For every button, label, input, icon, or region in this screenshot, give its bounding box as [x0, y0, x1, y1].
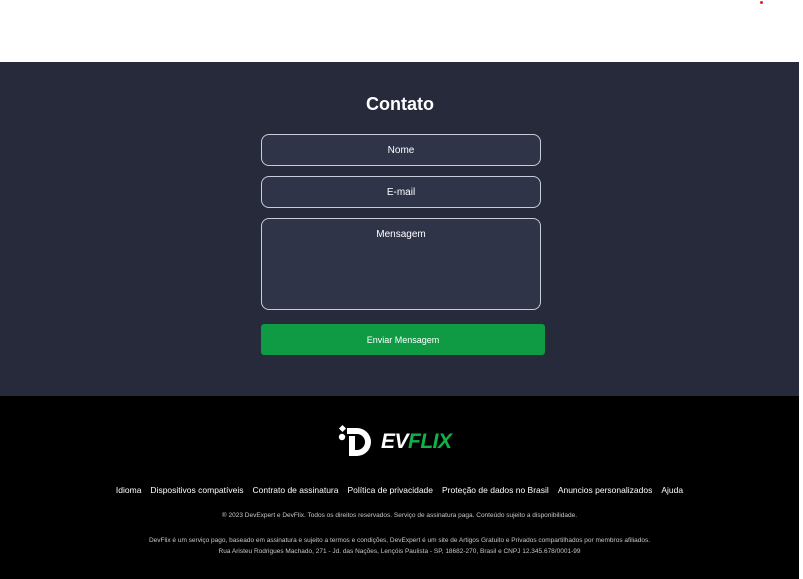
devflix-d-logo-icon	[337, 422, 377, 462]
contact-section: Contato Enviar Mensagem	[0, 62, 803, 396]
copyright-text: ® 2023 DevExpert e DevFlix. Todos os dir…	[221, 512, 578, 519]
top-bar	[0, 0, 803, 62]
footer-link-anuncios[interactable]: Anuncios personalizados	[558, 485, 653, 495]
footer-link-protecao-dados[interactable]: Proteção de dados no Brasil	[442, 485, 549, 495]
right-edge-strip	[799, 62, 803, 579]
footer: EVFLIX Idioma Dispositivos compatíveis C…	[0, 396, 799, 579]
footer-link-contrato[interactable]: Contrato de assinatura	[252, 485, 338, 495]
logo-wordmark: EVFLIX	[381, 430, 452, 453]
footer-links: Idioma Dispositivos compatíveis Contrato…	[0, 485, 799, 495]
send-message-button[interactable]: Enviar Mensagem	[261, 324, 545, 355]
devflix-logo[interactable]: EVFLIX	[337, 422, 452, 462]
legal-line-2: Rua Aristeu Rodrigues Machado, 271 - Jd.…	[218, 548, 581, 555]
footer-link-privacidade[interactable]: Política de privacidade	[347, 485, 433, 495]
red-dot-indicator	[760, 1, 763, 4]
name-input[interactable]	[261, 134, 541, 166]
email-input[interactable]	[261, 176, 541, 208]
legal-text: DevFlix é um serviço pago, baseado em as…	[0, 535, 799, 557]
legal-line-1: DevFlix é um serviço pago, baseado em as…	[148, 537, 651, 544]
message-textarea[interactable]	[261, 218, 541, 310]
footer-link-idioma[interactable]: Idioma	[116, 485, 142, 495]
footer-link-ajuda[interactable]: Ajuda	[661, 485, 683, 495]
footer-link-dispositivos[interactable]: Dispositivos compatíveis	[150, 485, 243, 495]
contact-title: Contato	[366, 94, 434, 114]
